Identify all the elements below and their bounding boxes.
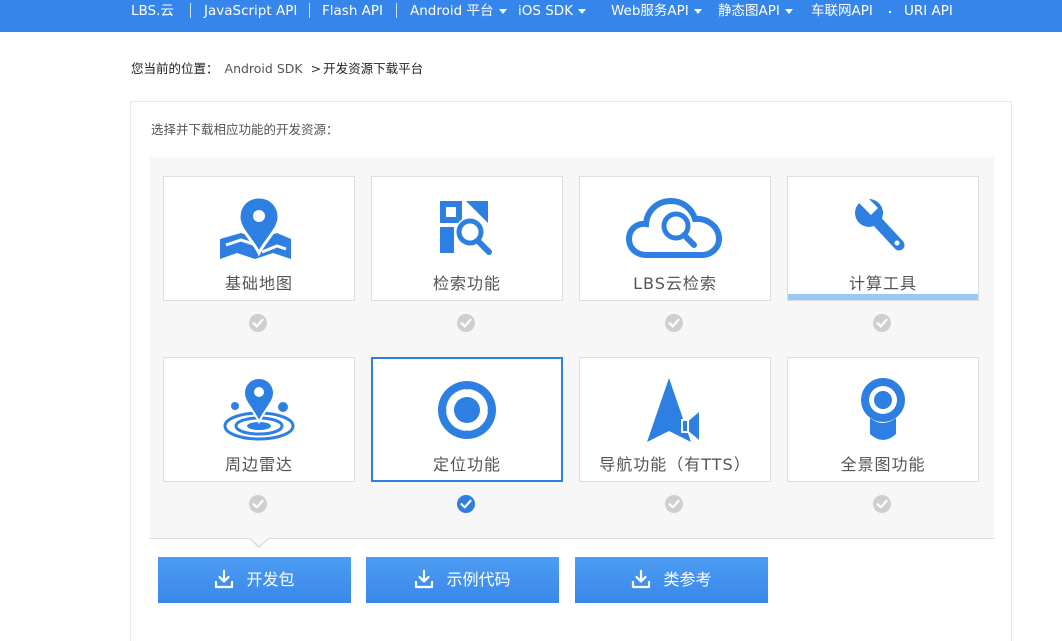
nav-item-flash-api[interactable]: Flash API: [322, 0, 383, 22]
nav-item-ios-sdk[interactable]: iOS SDK: [518, 0, 587, 22]
feature-label: 基础地图: [224, 274, 293, 293]
download-label: 示例代码: [446, 570, 511, 589]
feature-card-panorama[interactable]: 全景图功能: [787, 357, 979, 482]
nav-separator: [396, 3, 397, 18]
check-icon: [668, 318, 680, 328]
wrench-icon: [833, 195, 933, 265]
check-icon: [668, 499, 680, 509]
feature-label: 检索功能: [432, 274, 501, 293]
download-class-reference-button[interactable]: 类参考: [575, 557, 768, 603]
cloud-search-icon: [625, 195, 725, 265]
check-icon: [876, 499, 888, 509]
feature-check-panorama[interactable]: [873, 495, 891, 513]
top-nav-bar: LBS.云 JavaScript API Flash API Android 平…: [0, 0, 1062, 32]
panorama-icon: [833, 376, 933, 446]
feature-card-location[interactable]: 定位功能: [371, 357, 563, 482]
breadcrumb-arrow: >: [310, 61, 322, 76]
check-icon: [460, 499, 472, 509]
feature-label: LBS云检索: [633, 274, 717, 293]
feature-check-nearby-radar[interactable]: [249, 495, 267, 513]
nav-separator: [309, 3, 310, 18]
download-icon: [214, 569, 234, 589]
locate-icon: [417, 377, 517, 447]
feature-check-search[interactable]: [457, 314, 475, 332]
breadcrumb: 您当前的位置： Android SDK > 开发资源下载平台: [131, 60, 423, 78]
feature-label: 导航功能（有TTS）: [599, 455, 751, 474]
breadcrumb-prefix: 您当前的位置：: [131, 61, 219, 76]
feature-check-calculation-tools[interactable]: [873, 314, 891, 332]
feature-label: 全景图功能: [840, 455, 926, 474]
check-icon: [460, 318, 472, 328]
nav-item-static-map-api[interactable]: 静态图API: [718, 0, 793, 22]
feature-label: 计算工具: [848, 274, 917, 293]
nav-item-car-network-api[interactable]: 车联网API: [811, 0, 873, 22]
nav-item-javascript-api[interactable]: JavaScript API: [204, 0, 297, 22]
check-icon: [876, 318, 888, 328]
nav-item-lbs-cloud[interactable]: LBS.云: [131, 0, 174, 22]
feature-card-nearby-radar[interactable]: 周边雷达: [163, 357, 355, 482]
nav-separator: [190, 3, 191, 18]
nav-item-uri-api[interactable]: URI API: [904, 0, 953, 22]
feature-card-basic-map[interactable]: 基础地图: [163, 176, 355, 301]
navigation-speaker-icon: [625, 376, 725, 446]
breadcrumb-current: 开发资源下载平台: [323, 61, 424, 76]
nav-dot-separator: [889, 11, 891, 13]
download-icon: [414, 569, 434, 589]
feature-card-lbs-cloud-search[interactable]: LBS云检索: [579, 176, 771, 301]
feature-card-calculation-tools[interactable]: 计算工具: [787, 176, 979, 301]
download-label: 类参考: [663, 570, 712, 589]
search-grid-icon: [417, 195, 517, 265]
chevron-down-icon: [784, 8, 793, 14]
map-pin-icon: [209, 195, 309, 265]
panel-prompt: 选择并下载相应功能的开发资源：: [151, 122, 339, 137]
breadcrumb-link-android-sdk[interactable]: Android SDK: [225, 61, 303, 76]
chevron-down-icon: [498, 8, 507, 14]
download-icon: [631, 569, 651, 589]
grid-pointer-fill: [250, 538, 268, 546]
download-sdk-button[interactable]: 开发包: [158, 557, 351, 603]
check-icon: [252, 318, 264, 328]
feature-check-lbs-cloud-search[interactable]: [665, 314, 683, 332]
feature-check-location[interactable]: [457, 495, 475, 513]
radar-icon: [209, 376, 309, 446]
feature-label: 周边雷达: [224, 455, 293, 474]
download-label: 开发包: [246, 570, 295, 589]
check-icon: [252, 499, 264, 509]
grid-divider: [150, 538, 994, 539]
feature-card-search[interactable]: 检索功能: [371, 176, 563, 301]
feature-check-navigation-tts[interactable]: [665, 495, 683, 513]
feature-card-navigation-tts[interactable]: 导航功能（有TTS）: [579, 357, 771, 482]
nav-item-android-platform[interactable]: Android 平台: [410, 0, 507, 22]
feature-check-basic-map[interactable]: [249, 314, 267, 332]
nav-item-web-service-api[interactable]: Web服务API: [611, 0, 702, 22]
chevron-down-icon: [578, 8, 587, 14]
chevron-down-icon: [693, 8, 702, 14]
feature-label: 定位功能: [432, 455, 501, 474]
download-sample-code-button[interactable]: 示例代码: [366, 557, 559, 603]
hover-indicator-bar: [788, 294, 978, 300]
